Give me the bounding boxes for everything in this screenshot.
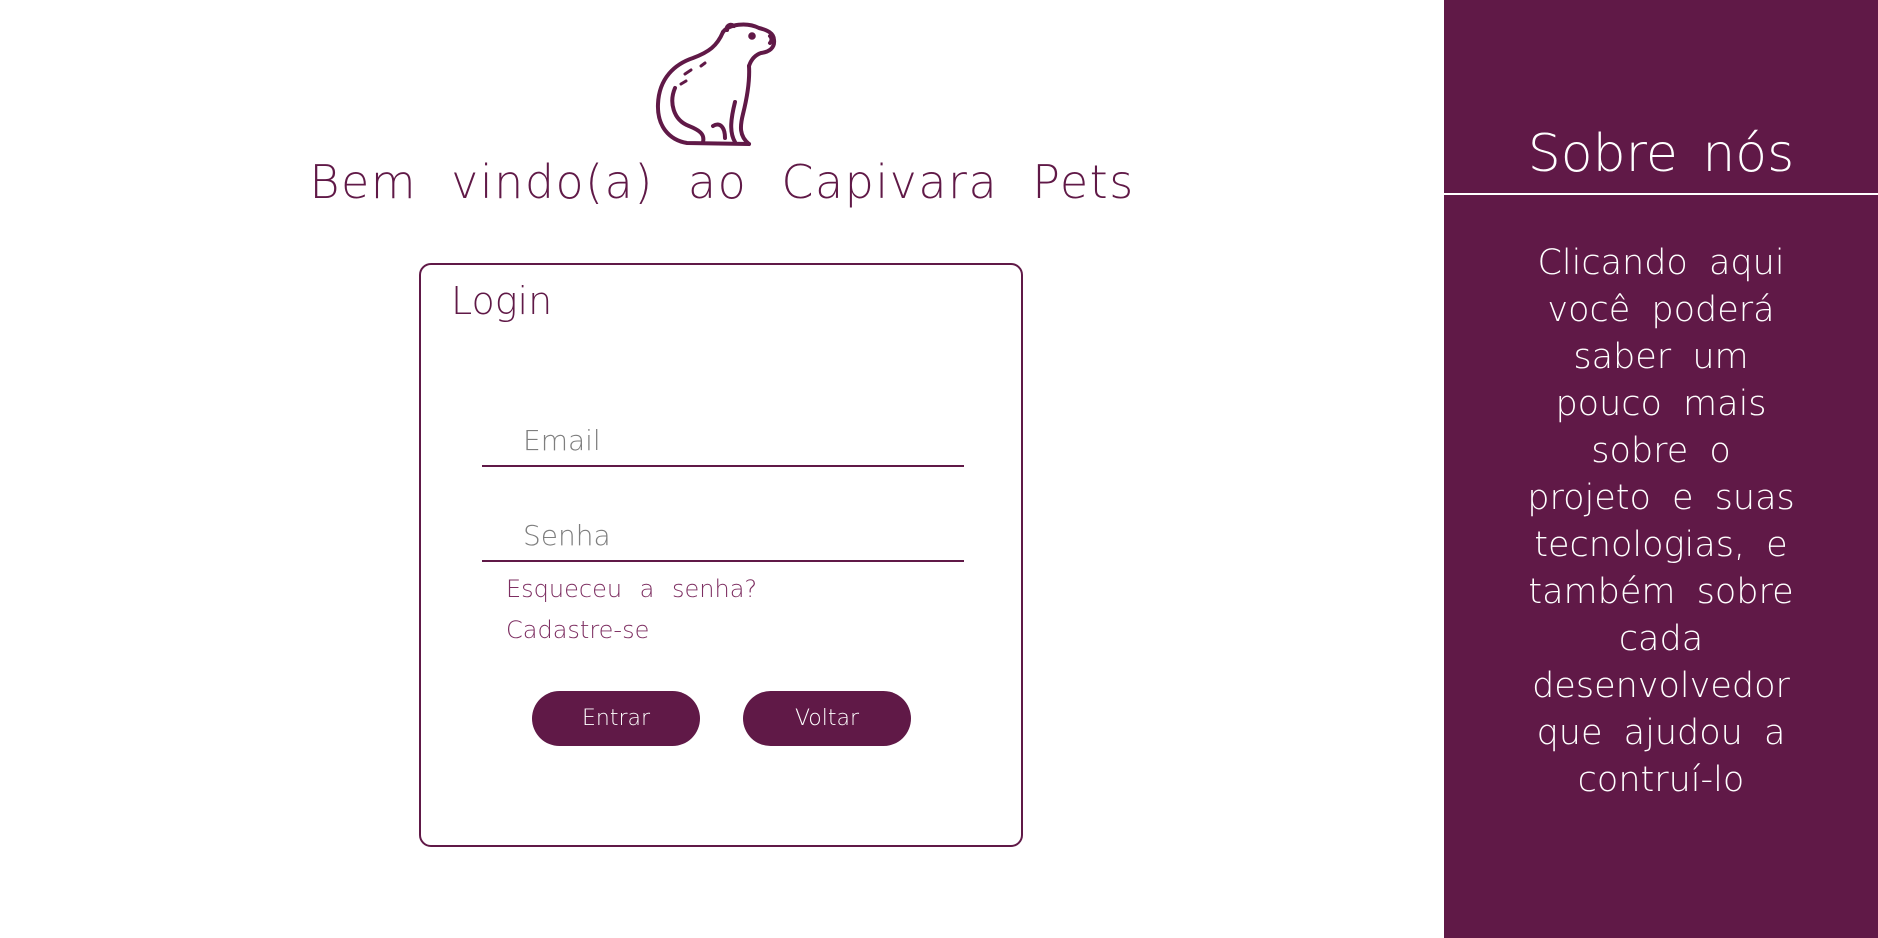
about-description: Clicando aqui você poderá saber um pouco… <box>1527 243 1795 800</box>
login-card: Login Esqueceu a senha? Cadastre-se Entr… <box>419 263 1023 847</box>
email-field-wrapper <box>482 415 964 467</box>
main-content: Bem vindo(a) ao Capivara Pets Login Esqu… <box>0 0 1444 938</box>
welcome-title: Bem vindo(a) ao Capivara Pets <box>309 155 1135 209</box>
signup-link[interactable]: Cadastre-se <box>506 616 649 644</box>
enter-button[interactable]: Entrar <box>532 691 700 746</box>
forgot-password-link[interactable]: Esqueceu a senha? <box>506 575 757 603</box>
about-title[interactable]: Sobre nós <box>1444 124 1878 184</box>
capybara-icon <box>655 22 777 146</box>
login-title: Login <box>451 279 553 323</box>
password-field-wrapper <box>482 510 964 562</box>
email-input[interactable] <box>482 415 964 465</box>
back-button[interactable]: Voltar <box>743 691 911 746</box>
about-sidebar[interactable]: Sobre nós Clicando aqui você poderá sabe… <box>1444 0 1878 938</box>
sidebar-divider <box>1444 193 1878 195</box>
password-input[interactable] <box>482 510 964 560</box>
